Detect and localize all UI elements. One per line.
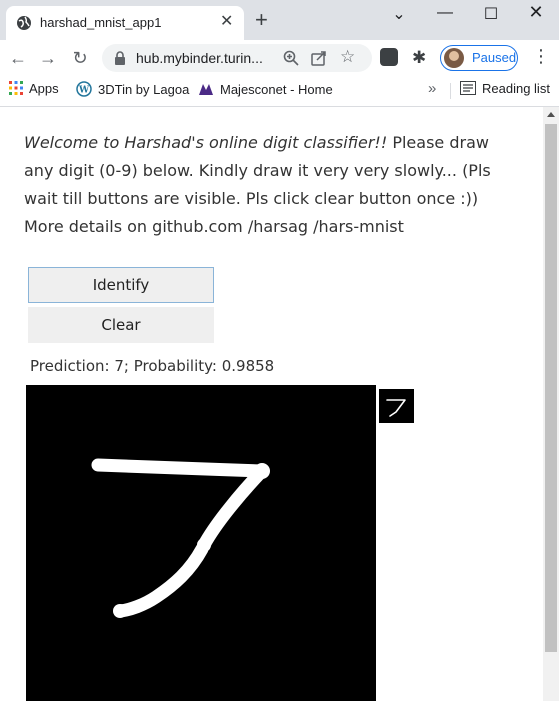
bookmark-majesconet-label: Majesconet - Home bbox=[220, 81, 333, 97]
menu-kebab-icon[interactable]: ⋮ bbox=[532, 46, 550, 67]
prediction-result: Prediction: 7; Probability: 0.9858 bbox=[30, 357, 275, 375]
bookmarks-bar: Apps W 3DTin by Lagoa Majesconet - Home … bbox=[0, 76, 559, 107]
profile-status: Paused bbox=[472, 50, 517, 65]
intro-welcome: Welcome to Harshad's online digit classi… bbox=[24, 133, 388, 152]
share-icon[interactable] bbox=[310, 49, 328, 72]
browser-tab[interactable]: harshad_mnist_app1 ✕ bbox=[6, 6, 244, 40]
majesco-icon bbox=[198, 81, 214, 100]
page-content: Welcome to Harshad's online digit classi… bbox=[0, 107, 543, 701]
bookmark-3dtin[interactable]: W 3DTin by Lagoa bbox=[76, 81, 189, 101]
bookmark-apps-label: Apps bbox=[29, 81, 59, 96]
reading-list-icon bbox=[460, 81, 476, 98]
lock-icon[interactable] bbox=[114, 51, 126, 70]
close-tab-icon[interactable]: ✕ bbox=[220, 14, 233, 30]
reading-list-label: Reading list bbox=[482, 81, 550, 96]
reload-icon[interactable]: ↻ bbox=[68, 46, 92, 70]
tab-search-chevron-icon[interactable]: ⌄ bbox=[376, 4, 422, 28]
browser-toolbar: ← → ↻ hub.mybinder.turin... ☆ ✱ Paused ⋮ bbox=[0, 40, 559, 76]
zoom-icon[interactable] bbox=[282, 49, 300, 72]
drawing-canvas[interactable] bbox=[26, 385, 376, 701]
clear-button[interactable]: Clear bbox=[28, 307, 214, 343]
extension-icon[interactable] bbox=[380, 48, 398, 66]
profile-button[interactable]: Paused bbox=[440, 45, 518, 71]
identify-button[interactable]: Identify bbox=[28, 267, 214, 303]
extensions-puzzle-icon[interactable]: ✱ bbox=[412, 48, 426, 68]
intro-text: Welcome to Harshad's online digit classi… bbox=[24, 129, 514, 241]
close-window-button[interactable]: ✕ bbox=[513, 2, 559, 26]
avatar bbox=[444, 48, 464, 68]
globe-icon bbox=[16, 15, 32, 36]
scrollbar-thumb[interactable] bbox=[545, 124, 557, 652]
bookmark-3dtin-label: 3DTin by Lagoa bbox=[98, 81, 190, 97]
digit-preview-thumbnail bbox=[379, 389, 414, 423]
address-bar[interactable]: hub.mybinder.turin... ☆ bbox=[102, 44, 372, 72]
apps-grid-icon bbox=[9, 81, 23, 98]
wordpress-icon: W bbox=[76, 81, 92, 100]
reading-list-button[interactable]: Reading list bbox=[460, 81, 550, 101]
tab-title: harshad_mnist_app1 bbox=[40, 15, 162, 30]
bookmark-star-icon[interactable]: ☆ bbox=[340, 47, 355, 67]
bookmark-majesconet[interactable]: Majesconet - Home bbox=[198, 81, 333, 101]
drawn-digit-stroke bbox=[91, 458, 270, 618]
more-bookmarks-icon[interactable]: » bbox=[428, 80, 436, 100]
url-text[interactable]: hub.mybinder.turin... bbox=[136, 50, 263, 66]
scroll-up-arrow-icon[interactable] bbox=[547, 112, 555, 117]
tab-strip: harshad_mnist_app1 ✕ + ⌄ — ☐ ✕ bbox=[0, 0, 559, 40]
svg-text:W: W bbox=[78, 86, 90, 96]
minimize-button[interactable]: — bbox=[422, 4, 468, 28]
back-arrow-icon[interactable]: ← bbox=[6, 46, 30, 70]
forward-arrow-icon[interactable]: → bbox=[36, 46, 60, 70]
new-tab-button[interactable]: + bbox=[255, 9, 268, 31]
bookmark-apps[interactable]: Apps bbox=[9, 81, 59, 101]
bookmarks-divider bbox=[450, 83, 451, 99]
maximize-button[interactable]: ☐ bbox=[468, 4, 514, 28]
